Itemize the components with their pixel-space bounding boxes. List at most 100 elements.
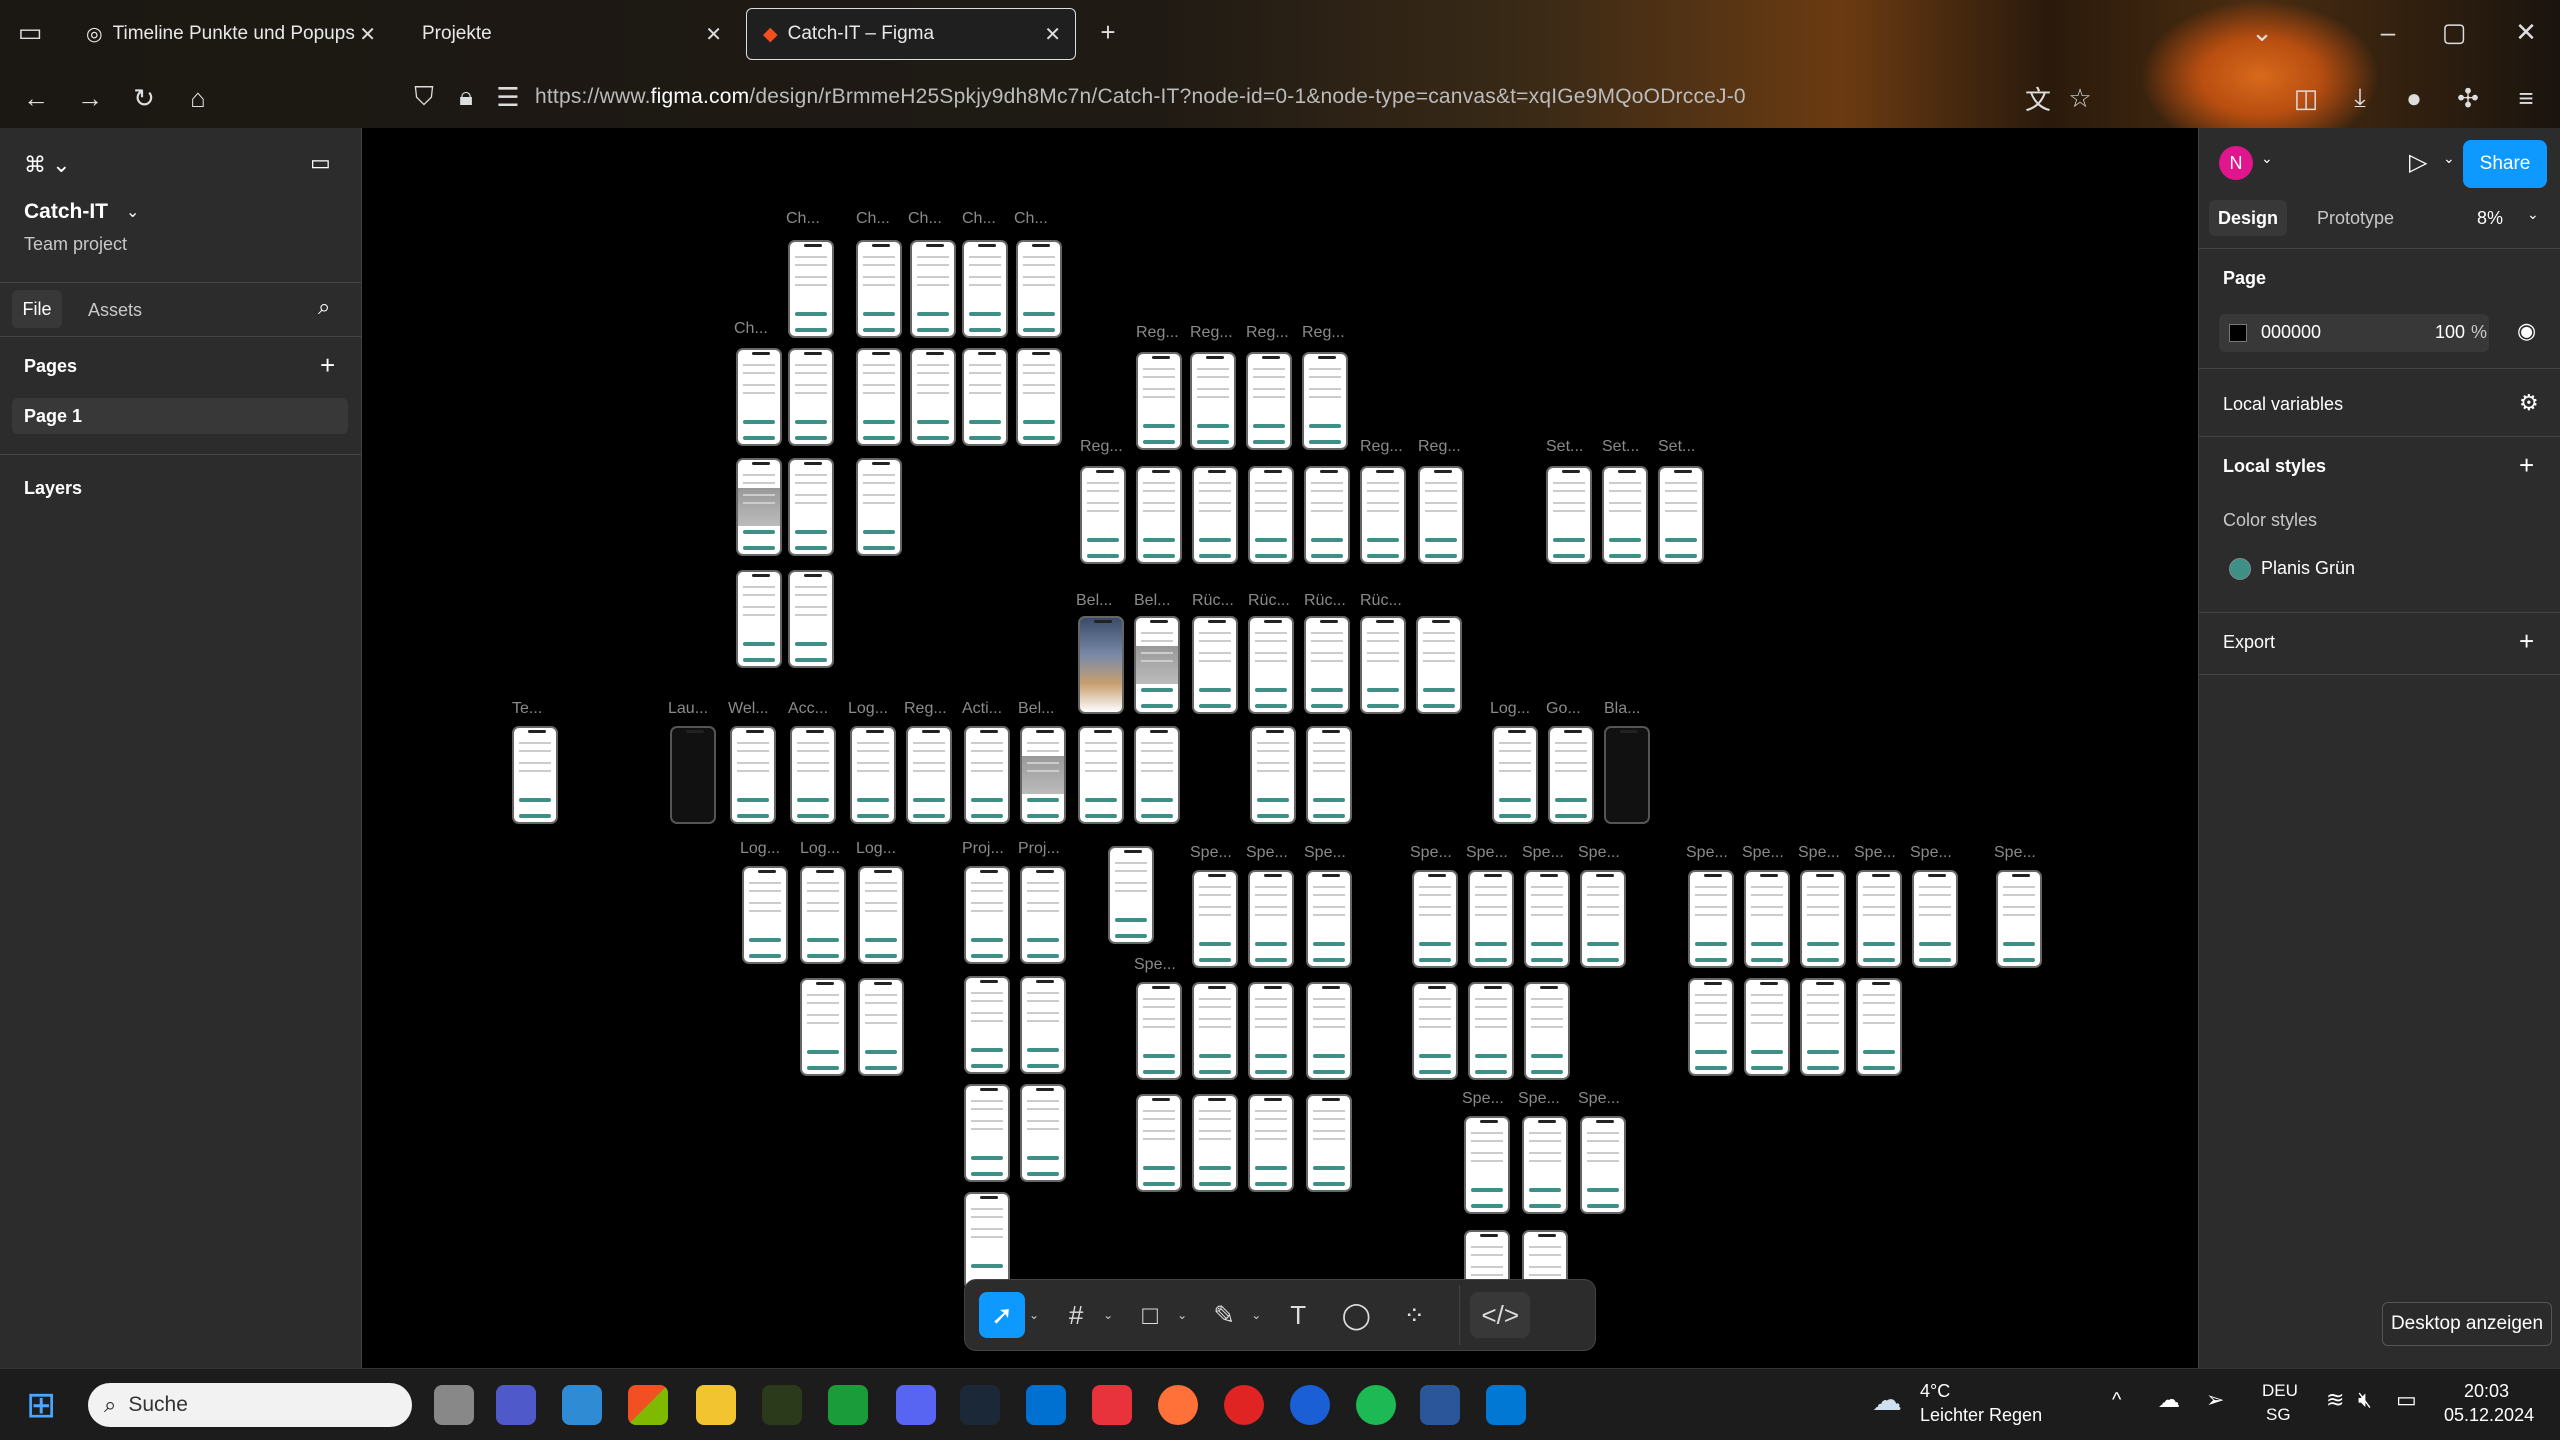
design-frame[interactable] xyxy=(1688,978,1734,1076)
design-frame[interactable] xyxy=(856,348,902,446)
text-tool-icon[interactable]: T xyxy=(1275,1292,1321,1338)
download-icon[interactable]: ⤓ xyxy=(2342,80,2378,116)
frame-label[interactable]: Lau... xyxy=(668,700,708,718)
spotify-icon[interactable] xyxy=(1356,1385,1396,1425)
design-frame[interactable] xyxy=(1524,982,1570,1080)
design-frame[interactable] xyxy=(1464,1116,1510,1214)
tab-file[interactable]: File xyxy=(12,290,62,328)
design-frame[interactable] xyxy=(1996,870,2042,968)
restore-icon[interactable]: ▢ xyxy=(2436,14,2472,50)
dev-mode-icon[interactable]: </> xyxy=(1470,1292,1531,1338)
figma-canvas[interactable]: Ch... Ch... Ch... Ch... Ch... Ch... Reg... Reg.… xyxy=(362,128,2198,1368)
design-frame[interactable] xyxy=(1306,870,1352,968)
star-icon[interactable]: ☆ xyxy=(2062,80,2098,116)
design-frame[interactable] xyxy=(1078,726,1124,824)
sidebar-toggle-icon[interactable]: ▭ xyxy=(310,150,331,176)
design-frame[interactable] xyxy=(1800,870,1846,968)
design-frame[interactable] xyxy=(736,348,782,446)
frame-label[interactable]: Spe... xyxy=(1190,844,1232,862)
frame-label[interactable]: Log... xyxy=(800,840,840,858)
close-icon[interactable]: ✕ xyxy=(705,22,722,47)
design-frame[interactable] xyxy=(1246,352,1292,450)
frame-label[interactable]: Proj... xyxy=(1018,840,1060,858)
design-frame[interactable] xyxy=(1602,466,1648,564)
design-frame[interactable] xyxy=(788,348,834,446)
design-frame[interactable] xyxy=(1136,1094,1182,1192)
tab-prototype[interactable]: Prototype xyxy=(2317,208,2394,229)
teamviewer-icon[interactable] xyxy=(1290,1385,1330,1425)
xbox-icon[interactable] xyxy=(828,1385,868,1425)
nvidia-icon[interactable] xyxy=(762,1385,802,1425)
mail-icon[interactable] xyxy=(562,1385,602,1425)
frame-label[interactable]: Log... xyxy=(740,840,780,858)
zoom-level[interactable]: 8% xyxy=(2477,208,2503,229)
frame-label[interactable]: Rüc... xyxy=(1360,592,1402,610)
tab-timeline[interactable]: ◎ Timeline Punkte und Popups ✕ xyxy=(70,8,390,60)
chevron-down-icon[interactable]: ⌄ xyxy=(2261,150,2273,167)
windows-start-icon[interactable]: ⊞ xyxy=(26,1385,66,1425)
search-box[interactable]: ⌕ Suche xyxy=(88,1383,412,1427)
design-frame[interactable] xyxy=(1020,866,1066,964)
chevron-down-icon[interactable]: ⌄ xyxy=(126,202,139,222)
frame-label[interactable]: Reg... xyxy=(1080,438,1123,456)
close-icon[interactable]: ✕ xyxy=(1044,22,1061,47)
chevron-down-icon[interactable]: ⌄ xyxy=(2527,206,2539,223)
design-frame[interactable] xyxy=(1418,466,1464,564)
frame-label[interactable]: Acti... xyxy=(962,700,1002,718)
frame-label[interactable]: Bla... xyxy=(1604,700,1640,718)
frame-label[interactable]: Ch... xyxy=(734,320,768,338)
frame-label[interactable]: Ch... xyxy=(908,210,942,228)
translate-icon[interactable]: 文 xyxy=(2020,80,2056,116)
tab-figma[interactable]: ◆ Catch-IT – Figma ✕ xyxy=(746,8,1076,60)
design-frame[interactable] xyxy=(856,240,902,338)
resources-tool-icon[interactable]: ⁘ xyxy=(1391,1292,1437,1338)
frame-label[interactable]: Acc... xyxy=(788,700,828,718)
design-frame[interactable] xyxy=(1856,978,1902,1076)
design-frame[interactable] xyxy=(1580,870,1626,968)
design-frame[interactable] xyxy=(1250,726,1296,824)
design-frame[interactable] xyxy=(788,570,834,668)
frame-label[interactable]: Ch... xyxy=(786,210,820,228)
volume-muted-icon[interactable]: 🔇︎ xyxy=(2358,1387,2372,1413)
frame-label[interactable]: Rüc... xyxy=(1304,592,1346,610)
design-frame[interactable] xyxy=(1492,726,1538,824)
frame-label[interactable]: Bel... xyxy=(1018,700,1054,718)
frame-label[interactable]: Spe... xyxy=(1246,844,1288,862)
design-frame[interactable] xyxy=(1360,616,1406,714)
frame-label[interactable]: Spe... xyxy=(1466,844,1508,862)
firefox-icon[interactable] xyxy=(1158,1385,1198,1425)
frame-label[interactable]: Reg... xyxy=(1302,324,1345,342)
frame-label[interactable]: Spe... xyxy=(1854,844,1896,862)
opacity-value[interactable]: 100 xyxy=(2435,322,2465,343)
frame-label[interactable]: Rüc... xyxy=(1248,592,1290,610)
design-frame[interactable] xyxy=(1306,726,1352,824)
frame-label[interactable]: Reg... xyxy=(904,700,947,718)
pocket-icon[interactable]: ◫ xyxy=(2288,80,2324,116)
design-frame[interactable] xyxy=(856,458,902,556)
design-frame[interactable] xyxy=(800,866,846,964)
share-button[interactable]: Share xyxy=(2463,140,2547,188)
design-frame[interactable] xyxy=(1524,870,1570,968)
design-frame[interactable] xyxy=(736,570,782,668)
pen-tool-icon[interactable]: ✎ xyxy=(1201,1292,1247,1338)
frame-label[interactable]: Reg... xyxy=(1136,324,1179,342)
bg-color-value[interactable]: 000000 xyxy=(2261,322,2321,343)
frame-label[interactable]: Spe... xyxy=(1522,844,1564,862)
design-frame[interactable] xyxy=(1658,466,1704,564)
design-frame[interactable] xyxy=(1248,466,1294,564)
design-frame[interactable] xyxy=(1548,726,1594,824)
extensions-icon[interactable]: ✣ xyxy=(2450,80,2486,116)
design-frame[interactable] xyxy=(1744,870,1790,968)
design-frame[interactable] xyxy=(1546,466,1592,564)
frame-label[interactable]: Spe... xyxy=(1578,1090,1620,1108)
design-frame[interactable] xyxy=(964,1192,1010,1290)
design-frame[interactable] xyxy=(1192,982,1238,1080)
design-frame[interactable] xyxy=(1108,846,1154,944)
comment-tool-icon[interactable]: ◯ xyxy=(1333,1292,1379,1338)
design-frame[interactable] xyxy=(788,240,834,338)
frame-label[interactable]: Spe... xyxy=(1462,1090,1504,1108)
frame-label[interactable]: Spe... xyxy=(1410,844,1452,862)
design-frame[interactable] xyxy=(1744,978,1790,1076)
design-frame[interactable] xyxy=(1192,1094,1238,1192)
design-frame[interactable] xyxy=(1134,616,1180,714)
